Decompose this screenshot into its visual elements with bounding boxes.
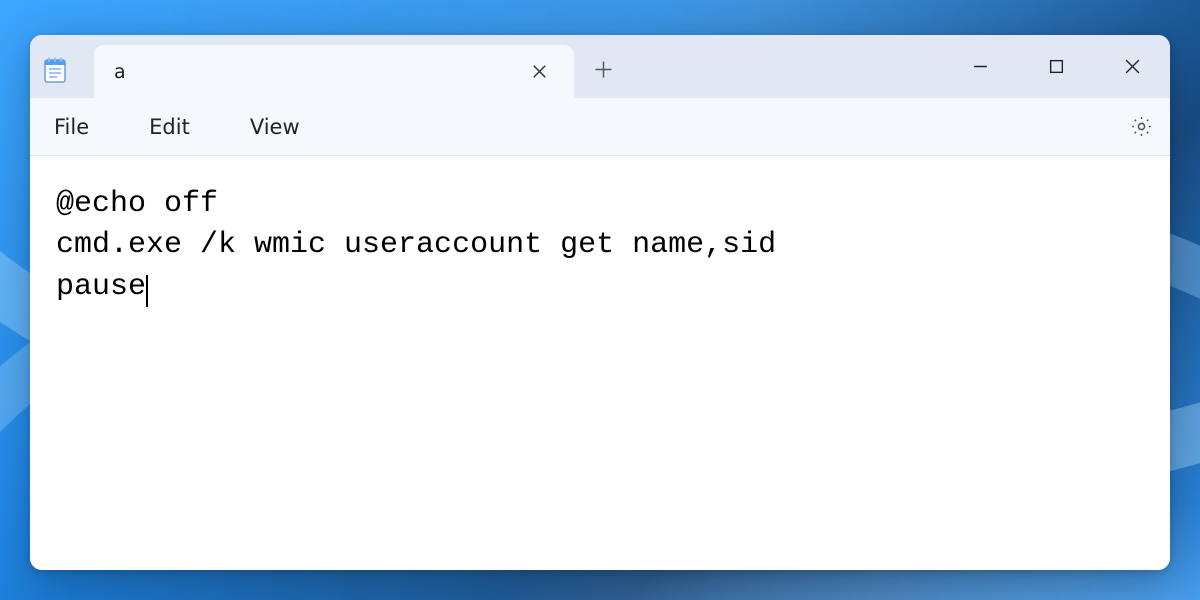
notepad-app-icon [38,35,72,98]
gear-icon [1130,115,1153,138]
editor-line: cmd.exe /k wmic useraccount get name,sid [56,228,776,262]
text-editor[interactable]: @echo off cmd.exe /k wmic useraccount ge… [30,156,1170,570]
close-icon [532,64,547,79]
minimize-icon [972,58,989,75]
maximize-icon [1048,58,1065,75]
tab-title: a [114,61,126,83]
close-icon [1124,58,1141,75]
notepad-window: a File Edit View [30,35,1170,570]
menu-file[interactable]: File [44,109,99,145]
text-caret [146,275,148,307]
editor-line: pause [56,270,146,304]
settings-button[interactable] [1126,112,1156,142]
editor-line: @echo off [56,187,218,221]
plus-icon [595,61,612,78]
menu-edit[interactable]: Edit [139,109,200,145]
document-tab[interactable]: a [94,45,574,98]
menu-view[interactable]: View [240,109,310,145]
maximize-button[interactable] [1018,35,1094,98]
titlebar[interactable]: a [30,35,1170,98]
new-tab-button[interactable] [574,35,632,98]
minimize-button[interactable] [942,35,1018,98]
tab-close-button[interactable] [524,57,554,87]
menubar: File Edit View [30,98,1170,156]
window-close-button[interactable] [1094,35,1170,98]
window-controls [942,35,1170,98]
